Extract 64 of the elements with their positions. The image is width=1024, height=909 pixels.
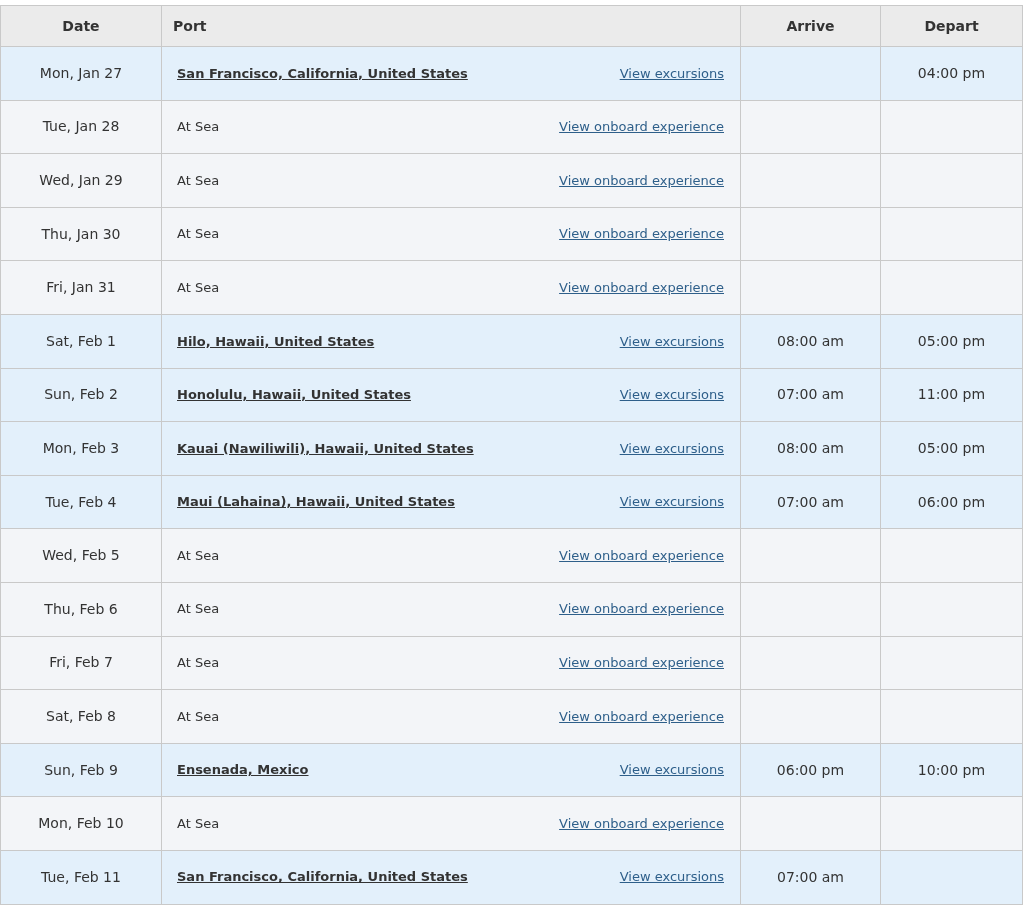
port-text: At Sea [177,278,220,297]
date-text: Tue, Feb 4 [45,493,117,510]
depart-time: 05:00 pm [917,439,986,456]
date-text: Sat, Feb 8 [46,707,116,724]
port-text: At Sea [177,600,220,619]
port-link[interactable]: Ensenada, Mexico [177,760,309,780]
details-link[interactable]: View onboard experience [559,599,724,619]
column-header: Date [0,5,162,47]
date-text: Thu, Feb 6 [44,600,118,617]
date-text: Fri, Feb 7 [49,654,113,671]
port-text: At Sea [177,118,220,137]
port-link[interactable]: Hilo, Hawaii, United States [177,331,375,351]
arrive-time: 08:00 am [777,332,844,349]
details-link[interactable]: View excursions [619,492,724,512]
details-link[interactable]: View onboard experience [559,653,724,673]
details-link[interactable]: View excursions [619,385,724,405]
details-link[interactable]: View excursions [619,867,724,887]
depart-time: 11:00 pm [917,386,986,403]
details-link[interactable]: View onboard experience [559,224,724,244]
date-text: Wed, Jan 29 [39,172,123,188]
depart-time: 06:00 pm [917,493,986,510]
port-text: At Sea [177,654,220,673]
details-link[interactable]: View excursions [619,331,724,351]
depart-time: 04:00 pm [917,64,986,81]
arrive-time: 06:00 pm [776,761,845,778]
date-text: Mon, Jan 27 [39,64,123,81]
details-link[interactable]: View onboard experience [559,117,724,137]
date-text: Tue, Jan 28 [42,118,120,135]
port-text: At Sea [177,171,220,190]
arrive-time: 07:00 am [777,493,844,510]
date-text: Wed, Feb 5 [42,547,120,564]
port-link[interactable]: Kauai (Nawiliwili), Hawaii, United States [177,438,474,459]
arrive-time: 07:00 am [777,868,844,885]
date-text: Mon, Feb 10 [38,815,124,832]
details-link[interactable]: View excursions [619,760,724,780]
date-text: Mon, Feb 3 [42,439,120,456]
date-text: Tue, Feb 11 [41,868,121,885]
port-link[interactable]: Maui (Lahaina), Hawaii, United States [177,492,455,512]
details-link[interactable]: View onboard experience [559,813,724,834]
details-link[interactable]: View excursions [619,438,724,459]
arrive-time: 08:00 am [777,439,844,456]
port-text: At Sea [177,225,220,244]
details-link[interactable]: View onboard experience [559,277,724,298]
port-text: At Sea [177,707,220,726]
port-link[interactable]: Honolulu, Hawaii, United States [177,385,411,405]
depart-time: 05:00 pm [917,332,986,349]
arrive-time: 07:00 am [777,386,844,403]
port-text: At Sea [177,546,220,565]
port-link[interactable]: San Francisco, California, United States [177,867,468,887]
column-header: Arrive [740,5,881,47]
details-link[interactable]: View onboard experience [559,170,724,191]
date-text: Sat, Feb 1 [46,332,116,349]
date-text: Sun, Feb 2 [44,386,118,403]
port-text: At Sea [177,814,220,833]
port-link[interactable]: San Francisco, California, United States [177,63,468,84]
date-text: Fri, Jan 31 [46,279,116,296]
column-header: Depart [880,5,1023,47]
date-text: Thu, Jan 30 [41,225,121,242]
details-link[interactable]: View onboard experience [559,545,724,566]
details-link[interactable]: View onboard experience [559,706,724,727]
depart-time: 10:00 pm [917,761,986,778]
column-header: Port [161,5,741,47]
details-link[interactable]: View excursions [619,63,724,84]
date-text: Sun, Feb 9 [44,761,118,778]
